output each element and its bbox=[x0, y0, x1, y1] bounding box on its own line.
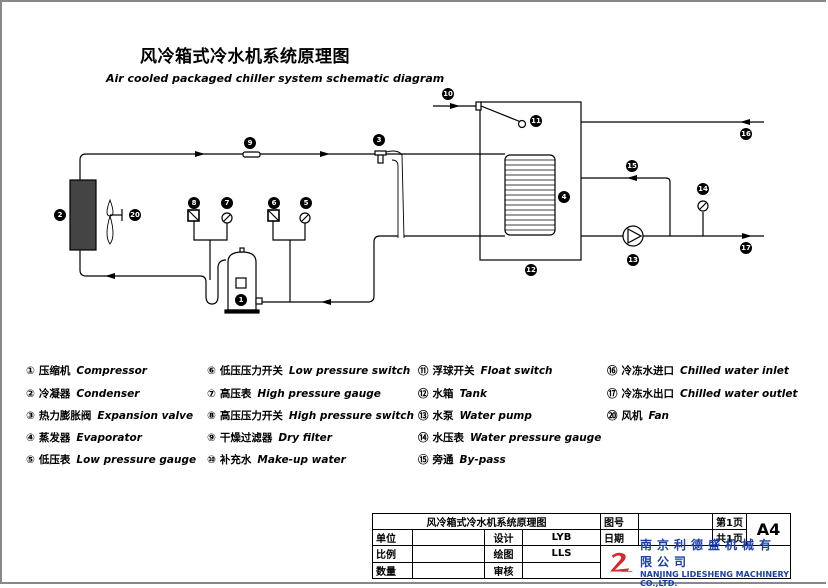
company-name-cn: 南京利德盛机械有限公司 bbox=[639, 538, 776, 569]
flow-arrow bbox=[450, 103, 460, 109]
legend-column-1: ① 压缩机 Compressor ② 冷凝器 Condenser ③ 热力膨胀阀 Expan… bbox=[26, 364, 196, 475]
drawn-value: LLS bbox=[522, 545, 601, 563]
callout-7: 7 bbox=[221, 197, 233, 209]
legend-item: ⑤ 低压表 Low pressure gauge bbox=[26, 454, 197, 466]
date-label: 日期 bbox=[600, 529, 639, 546]
discharge-line bbox=[79, 153, 392, 180]
callout-1: 1 bbox=[235, 294, 247, 306]
legend-item: ⑰ 冷冻水出口 Chilled water outlet bbox=[607, 388, 798, 400]
legend-item: ⑪ 浮球开关 Float switch bbox=[418, 365, 553, 377]
callout-3: 3 bbox=[373, 134, 385, 146]
drawn-label: 绘图 bbox=[484, 545, 523, 563]
flow-arrow bbox=[742, 233, 752, 239]
unit-value bbox=[412, 529, 485, 546]
company-logo-icon bbox=[610, 552, 633, 573]
callout-10: 10 bbox=[442, 88, 454, 100]
schematic-diagram bbox=[69, 101, 764, 314]
legend-item: ⑦ 高压表 High pressure gauge bbox=[207, 388, 381, 400]
float-ball bbox=[517, 119, 527, 129]
callout-2: 2 bbox=[54, 209, 66, 221]
flow-arrow bbox=[320, 151, 330, 157]
legend-item: ① 压缩机 Compressor bbox=[26, 365, 147, 377]
liquid-return-line bbox=[79, 250, 227, 305]
design-label: 设计 bbox=[484, 529, 523, 546]
callout-12: 12 bbox=[525, 264, 537, 276]
dry-filter bbox=[242, 151, 261, 158]
quantity-label: 数量 bbox=[372, 561, 413, 579]
callout-5: 5 bbox=[300, 197, 312, 209]
scale-label: 比例 bbox=[372, 545, 413, 563]
title-block: 风冷箱式冷水机系统原理图 图号 第1页 A4 单位 设计 LYB 日期 共1页 … bbox=[372, 513, 791, 588]
legend-item: ⑩ 补充水 Make-up water bbox=[207, 454, 346, 466]
flow-arrow bbox=[740, 119, 750, 125]
drawing-name: 风冷箱式冷水机系统原理图 bbox=[372, 513, 601, 530]
callout-20: 20 bbox=[129, 209, 141, 221]
legend-item: ⑳ 风机 Fan bbox=[607, 410, 670, 422]
scale-value bbox=[412, 545, 485, 563]
company-name-en: NANJING LIDESHENG MACHINERY CO.,LTD. bbox=[639, 570, 790, 588]
legend-column-4: ⑯ 冷冻水进口 Chilled water inlet ⑰ 冷冻水出口 Chilled … bbox=[607, 364, 797, 431]
legend-item: ⑭ 水压表 Water pressure gauge bbox=[418, 432, 602, 444]
fan-blade bbox=[106, 198, 114, 245]
legend-item: ⑨ 干燥过滤器 Dry filter bbox=[207, 432, 332, 444]
flow-arrow bbox=[195, 151, 205, 157]
sheet-number: 第1页 bbox=[712, 513, 747, 530]
unit-label: 单位 bbox=[372, 529, 413, 546]
condenser bbox=[69, 179, 97, 251]
legend-item: ② 冷凝器 Condenser bbox=[26, 388, 140, 400]
legend-item: ⑧ 高压压力开关 High pressure switch bbox=[207, 410, 414, 422]
review-value bbox=[522, 561, 601, 579]
expansion-valve bbox=[374, 150, 387, 156]
quantity-value bbox=[412, 561, 485, 579]
suction-line bbox=[262, 235, 398, 303]
legend-item: ⑫ 水箱 Tank bbox=[418, 388, 487, 400]
callout-13: 13 bbox=[627, 254, 639, 266]
drawing-no-value bbox=[638, 513, 713, 530]
company-cell: 南京利德盛机械有限公司 NANJING LIDESHENG MACHINERY … bbox=[600, 538, 791, 588]
callout-11: 11 bbox=[530, 115, 542, 127]
callout-16: 16 bbox=[740, 128, 752, 140]
flow-arrow bbox=[627, 175, 637, 181]
design-value: LYB bbox=[522, 529, 601, 546]
callout-14: 14 bbox=[697, 183, 709, 195]
flow-arrow bbox=[321, 299, 331, 305]
bypass-line bbox=[581, 177, 671, 236]
legend-item: ④ 蒸发器 Evaporator bbox=[26, 432, 142, 444]
legend-column-3: ⑪ 浮球开关 Float switch ⑫ 水箱 Tank ⑬ 水泵 Water pump … bbox=[418, 364, 601, 475]
callout-9: 9 bbox=[244, 137, 256, 149]
callout-6: 6 bbox=[268, 197, 280, 209]
legend-item: ⑬ 水泵 Water pump bbox=[418, 410, 532, 422]
callout-15: 15 bbox=[626, 160, 638, 172]
legend-item: ⑯ 冷冻水进口 Chilled water inlet bbox=[607, 365, 789, 377]
flow-arrow bbox=[105, 273, 115, 279]
legend-item: ③ 热力膨胀阀 Expansion valve bbox=[26, 410, 194, 422]
drawing-no-label: 图号 bbox=[600, 513, 639, 530]
legend-item: ⑮ 旁通 By-pass bbox=[418, 454, 506, 466]
callout-17: 17 bbox=[740, 242, 752, 254]
callout-4: 4 bbox=[558, 191, 570, 203]
callout-8: 8 bbox=[188, 197, 200, 209]
review-label: 审核 bbox=[484, 561, 523, 579]
legend-column-2: ⑥ 低压压力开关 Low pressure switch ⑦ 高压表 High pres… bbox=[207, 364, 414, 475]
legend-item: ⑥ 低压压力开关 Low pressure switch bbox=[207, 365, 411, 377]
